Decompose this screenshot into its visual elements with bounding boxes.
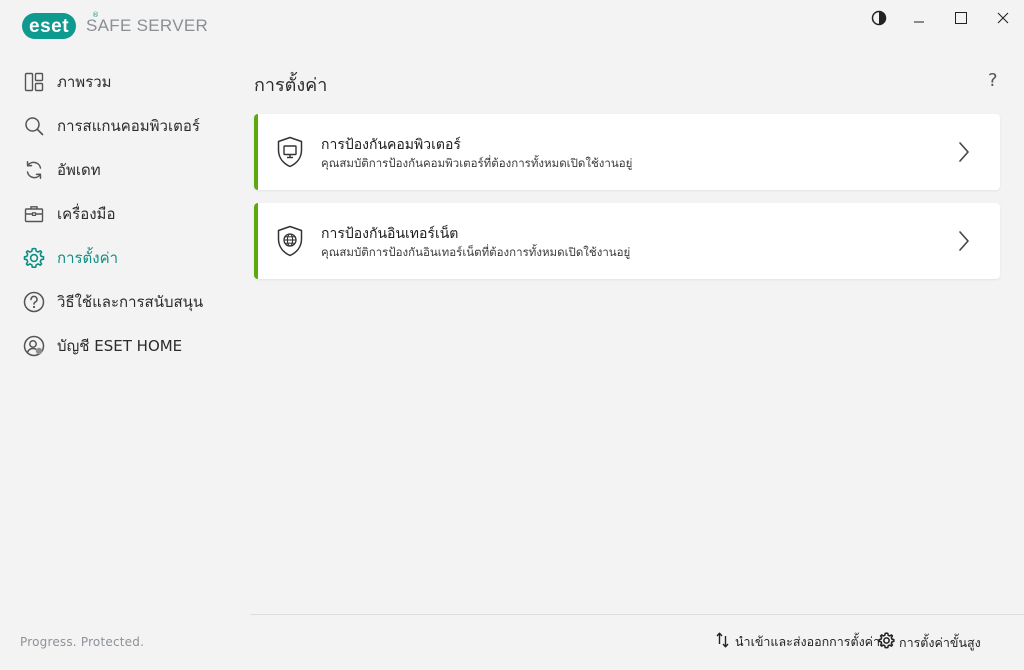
sidebar-item-eset-home[interactable]: บัญชี ESET HOME bbox=[0, 324, 250, 368]
sidebar-item-setup[interactable]: การตั้งค่า bbox=[0, 236, 250, 280]
sidebar-item-label: อัพเดท bbox=[57, 161, 101, 179]
maximize-button[interactable] bbox=[940, 4, 982, 32]
advanced-setup-label: การตั้งค่าขั้นสูง bbox=[899, 634, 981, 650]
chevron-right-icon bbox=[957, 230, 971, 252]
import-export-icon bbox=[716, 632, 729, 652]
minimize-button[interactable] bbox=[898, 4, 940, 32]
refresh-icon bbox=[22, 158, 46, 182]
eset-logo: eset ® SAFE SERVER bbox=[22, 11, 209, 40]
page-title: การตั้งค่า bbox=[254, 75, 328, 96]
sidebar-item-label: การตั้งค่า bbox=[57, 249, 119, 267]
sidebar-item-tools[interactable]: เครื่องมือ bbox=[0, 192, 250, 236]
computer-shield-icon bbox=[276, 136, 304, 168]
chevron-right-icon bbox=[957, 141, 971, 163]
card-description: คุณสมบัติการป้องกันคอมพิวเตอร์ที่ต้องการ… bbox=[321, 156, 633, 170]
logo-badge: eset bbox=[22, 13, 77, 39]
account-icon bbox=[22, 334, 46, 358]
product-name: SAFE SERVER bbox=[86, 16, 209, 35]
window-controls bbox=[860, 4, 1024, 32]
toolbox-icon bbox=[22, 202, 46, 226]
search-icon bbox=[22, 114, 46, 138]
card-title: การป้องกันคอมพิวเตอร์ bbox=[321, 137, 461, 153]
sidebar-item-overview[interactable]: ภาพรวม bbox=[0, 60, 250, 104]
internet-shield-icon bbox=[276, 225, 304, 257]
computer-protection-card[interactable]: การป้องกันคอมพิวเตอร์ คุณสมบัติการป้องกั… bbox=[254, 114, 1000, 190]
overview-icon bbox=[22, 70, 46, 94]
card-title: การป้องกันอินเทอร์เน็ต bbox=[321, 226, 459, 242]
import-export-settings-button[interactable]: นำเข้าและส่งออกการตั้งค่า bbox=[716, 632, 880, 652]
help-button[interactable]: ? bbox=[988, 70, 998, 91]
close-button[interactable] bbox=[982, 4, 1024, 32]
card-description: คุณสมบัติการป้องกันอินเทอร์เน็ตที่ต้องกา… bbox=[321, 245, 631, 259]
close-icon bbox=[997, 12, 1009, 24]
advanced-setup-button[interactable]: การตั้งค่าขั้นสูง bbox=[878, 632, 981, 653]
gear-icon bbox=[22, 246, 46, 270]
status-tagline: Progress. Protected. bbox=[20, 635, 145, 649]
help-icon bbox=[22, 290, 46, 314]
logo-registered-mark: ® bbox=[92, 11, 99, 19]
contrast-toggle-button[interactable] bbox=[860, 4, 898, 32]
sidebar-item-label: การสแกนคอมพิวเตอร์ bbox=[57, 117, 200, 135]
import-export-label: นำเข้าและส่งออกการตั้งค่า bbox=[735, 634, 881, 649]
sidebar-item-label: ภาพรวม bbox=[57, 73, 112, 91]
sidebar-item-label: วิธีใช้และการสนับสนุน bbox=[57, 293, 204, 311]
sidebar-item-computer-scan[interactable]: การสแกนคอมพิวเตอร์ bbox=[0, 104, 250, 148]
footer-divider bbox=[250, 614, 1024, 615]
internet-protection-card[interactable]: การป้องกันอินเทอร์เน็ต คุณสมบัติการป้องก… bbox=[254, 203, 1000, 279]
app-window: eset ® SAFE SERVER ภาพรวม การสแกนคอมพิวเ… bbox=[0, 0, 1024, 670]
contrast-icon bbox=[871, 10, 887, 26]
sidebar-item-help-support[interactable]: วิธีใช้และการสนับสนุน bbox=[0, 280, 250, 324]
sidebar-item-label: บัญชี ESET HOME bbox=[57, 337, 183, 355]
sidebar-item-label: เครื่องมือ bbox=[57, 205, 116, 223]
maximize-icon bbox=[955, 12, 967, 24]
sidebar-nav: ภาพรวม การสแกนคอมพิวเตอร์ อัพเดท เครื่อง… bbox=[0, 60, 250, 368]
gear-icon bbox=[878, 632, 895, 653]
sidebar-item-update[interactable]: อัพเดท bbox=[0, 148, 250, 192]
minimize-icon bbox=[914, 21, 924, 23]
